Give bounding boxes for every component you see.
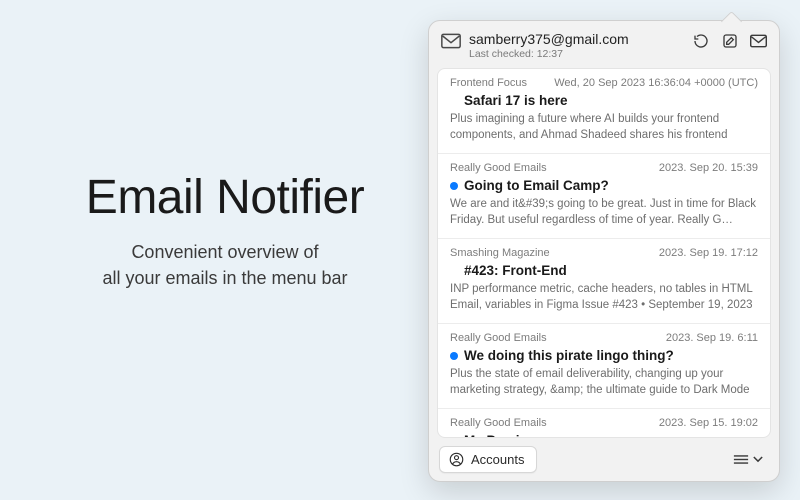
message-subject: We doing this pirate lingo thing? <box>464 348 674 363</box>
message-subject: Safari 17 is here <box>464 93 568 108</box>
message-subject: My Precious <box>464 433 544 437</box>
person-icon <box>449 452 464 467</box>
message-sender: Frontend Focus <box>450 77 527 89</box>
message-preview: We are and it&#39;s going to be great. J… <box>450 197 758 228</box>
last-checked-label: Last checked: 12:37 <box>469 48 692 60</box>
chevron-down-icon <box>753 456 763 463</box>
message-sender: Really Good Emails <box>450 417 547 429</box>
refresh-button[interactable] <box>692 32 709 49</box>
message-date: 2023. Sep 20. 15:39 <box>659 162 758 174</box>
message-row[interactable]: Frontend Focus Wed, 20 Sep 2023 16:36:04 … <box>438 69 770 154</box>
notifier-popover: samberry375@gmail.com Last checked: 12:3… <box>428 20 780 482</box>
message-date: 2023. Sep 19. 6:11 <box>666 332 758 344</box>
message-date: 2023. Sep 19. 17:12 <box>659 247 758 259</box>
message-sender: Smashing Magazine <box>450 247 550 259</box>
account-email: samberry375@gmail.com <box>469 31 692 47</box>
mail-icon <box>441 33 461 49</box>
compose-button[interactable] <box>721 32 738 49</box>
account-info[interactable]: samberry375@gmail.com Last checked: 12:3… <box>469 31 692 60</box>
unread-dot-icon <box>450 182 458 190</box>
open-mail-button[interactable] <box>750 32 767 49</box>
message-list: Frontend Focus Wed, 20 Sep 2023 16:36:04 … <box>437 68 771 438</box>
message-preview: Plus the state of email deliverability, … <box>450 367 758 398</box>
unread-dot-icon <box>450 352 458 360</box>
message-row[interactable]: Really Good Emails 2023. Sep 19. 6:11 We d… <box>438 324 770 409</box>
message-row[interactable]: Smashing Magazine 2023. Sep 19. 17:12 #423… <box>438 239 770 324</box>
message-date: Wed, 20 Sep 2023 16:36:04 +0000 (UTC) <box>554 77 758 89</box>
accounts-button[interactable]: Accounts <box>439 446 537 473</box>
message-sender: Really Good Emails <box>450 162 547 174</box>
message-row[interactable]: Really Good Emails 2023. Sep 15. 19:02 My … <box>438 409 770 437</box>
message-date: 2023. Sep 15. 19:02 <box>659 417 758 429</box>
popover-header: samberry375@gmail.com Last checked: 12:3… <box>429 21 779 68</box>
promo-block: Email Notifier Convenient overview of al… <box>40 170 410 291</box>
message-preview: Plus imagining a future where AI builds … <box>450 112 758 143</box>
message-row[interactable]: Really Good Emails 2023. Sep 20. 15:39 Goi… <box>438 154 770 239</box>
options-menu-button[interactable] <box>727 450 769 469</box>
popover-footer: Accounts <box>429 438 779 481</box>
promo-title: Email Notifier <box>40 170 410 225</box>
message-preview: INP performance metric, cache headers, n… <box>450 282 758 313</box>
accounts-label: Accounts <box>471 452 524 467</box>
message-subject: Going to Email Camp? <box>464 178 609 193</box>
message-subject: #423: Front-End <box>464 263 567 278</box>
message-sender: Really Good Emails <box>450 332 547 344</box>
menu-lines-icon <box>733 454 749 465</box>
promo-subtitle: Convenient overview of all your emails i… <box>40 239 410 291</box>
